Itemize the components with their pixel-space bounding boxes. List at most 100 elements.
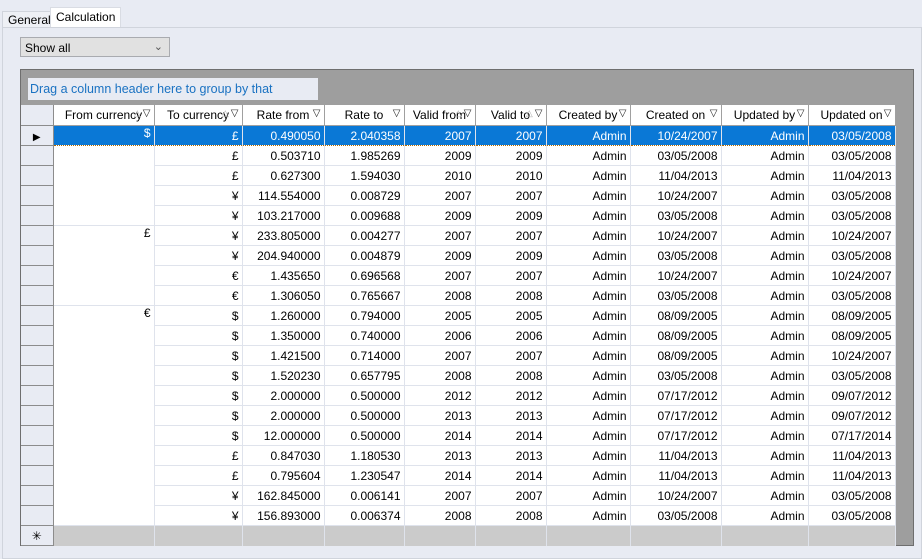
- cell-created-on[interactable]: 08/09/2005: [630, 345, 722, 366]
- cell-updated-on[interactable]: 03/05/2008: [808, 505, 896, 526]
- row-selector[interactable]: [21, 325, 54, 346]
- cell-rate-from[interactable]: 1.350000: [242, 325, 325, 346]
- cell-rate-from[interactable]: 1.306050: [242, 285, 325, 306]
- cell-rate-from[interactable]: 0.490050: [242, 125, 325, 146]
- cell-rate-from[interactable]: 114.554000: [242, 185, 325, 206]
- cell-created-by[interactable]: Admin: [546, 345, 631, 366]
- cell-valid-from[interactable]: 2014: [404, 425, 476, 446]
- cell-rate-to[interactable]: 1.180530: [324, 445, 405, 466]
- table-row[interactable]: $2.000000 0.500000 2012 2012 Admin 07/17/2012…: [21, 385, 896, 406]
- cell-to-currency[interactable]: ¥: [154, 485, 243, 506]
- cell-updated-on[interactable]: 10/24/2007: [808, 265, 896, 286]
- filter-icon[interactable]: ▽: [619, 108, 627, 119]
- cell-created-by[interactable]: Admin: [546, 365, 631, 386]
- cell-updated-by[interactable]: Admin: [721, 385, 809, 406]
- cell-created-on[interactable]: 11/04/2013: [630, 445, 722, 466]
- cell-updated-on[interactable]: 10/24/2007: [808, 345, 896, 366]
- cell-updated-by[interactable]: Admin: [721, 285, 809, 306]
- cell-created-by[interactable]: Admin: [546, 505, 631, 526]
- row-selector[interactable]: [21, 305, 54, 326]
- cell-updated-on[interactable]: 09/07/2012: [808, 405, 896, 426]
- cell-created-by[interactable]: Admin: [546, 405, 631, 426]
- cell-updated-by[interactable]: Admin: [721, 205, 809, 226]
- cell-created-by[interactable]: Admin: [546, 145, 631, 166]
- cell-to-currency[interactable]: ¥: [154, 505, 243, 526]
- cell-rate-to[interactable]: 0.006141: [324, 485, 405, 506]
- cell-rate-to[interactable]: 2.040358: [324, 125, 405, 146]
- row-selector[interactable]: [21, 505, 54, 526]
- new-row[interactable]: ✳: [21, 525, 896, 546]
- cell-to-currency[interactable]: $: [154, 425, 243, 446]
- cell-to-currency[interactable]: $: [154, 305, 243, 326]
- cell-created-by[interactable]: Admin: [546, 485, 631, 506]
- cell-valid-to[interactable]: 2007: [475, 125, 547, 146]
- cell-rate-from[interactable]: 0.503710: [242, 145, 325, 166]
- cell-to-currency[interactable]: $: [154, 385, 243, 406]
- cell-created-on[interactable]: 11/04/2013: [630, 465, 722, 486]
- cell-rate-to[interactable]: 0.794000: [324, 305, 405, 326]
- cell-updated-on[interactable]: 03/05/2008: [808, 485, 896, 506]
- cell-valid-from[interactable]: 2014: [404, 465, 476, 486]
- cell-rate-to[interactable]: 0.004879: [324, 245, 405, 266]
- cell-created-on[interactable]: 11/04/2013: [630, 165, 722, 186]
- table-row[interactable]: $12.000000 0.500000 2014 2014 Admin 07/17/201…: [21, 425, 896, 446]
- new-row-cell[interactable]: [475, 525, 547, 546]
- filter-icon[interactable]: ▽: [143, 108, 151, 119]
- cell-from-currency[interactable]: [53, 445, 155, 466]
- show-filter-dropdown[interactable]: Show all ⌄: [20, 37, 170, 57]
- cell-rate-to[interactable]: 0.714000: [324, 345, 405, 366]
- table-row[interactable]: £0.503710 1.985269 2009 2009 Admin 03/05/2008…: [21, 145, 896, 166]
- column-header-created-on[interactable]: Created on ▽: [630, 105, 722, 126]
- cell-valid-from[interactable]: 2012: [404, 385, 476, 406]
- cell-rate-to[interactable]: 0.006374: [324, 505, 405, 526]
- cell-updated-on[interactable]: 11/04/2013: [808, 445, 896, 466]
- cell-updated-on[interactable]: 10/24/2007: [808, 225, 896, 246]
- cell-updated-by[interactable]: Admin: [721, 445, 809, 466]
- table-row[interactable]: ¥204.940000 0.004879 2009 2009 Admin 03/05/20…: [21, 245, 896, 266]
- column-header-created-by[interactable]: Created by ▽: [546, 105, 631, 126]
- cell-rate-from[interactable]: 0.627300: [242, 165, 325, 186]
- cell-from-currency[interactable]: $: [53, 125, 155, 146]
- cell-valid-from[interactable]: 2009: [404, 145, 476, 166]
- row-selector[interactable]: [21, 445, 54, 466]
- cell-valid-from[interactable]: 2007: [404, 225, 476, 246]
- cell-created-by[interactable]: Admin: [546, 265, 631, 286]
- cell-created-by[interactable]: Admin: [546, 205, 631, 226]
- cell-created-on[interactable]: 03/05/2008: [630, 285, 722, 306]
- cell-updated-by[interactable]: Admin: [721, 485, 809, 506]
- cell-rate-to[interactable]: 0.657795: [324, 365, 405, 386]
- cell-from-currency[interactable]: [53, 265, 155, 286]
- column-header-valid-from[interactable]: Valid from △ ▽: [404, 105, 476, 126]
- row-selector[interactable]: [21, 185, 54, 206]
- cell-rate-from[interactable]: 1.260000: [242, 305, 325, 326]
- cell-to-currency[interactable]: ¥: [154, 225, 243, 246]
- cell-rate-from[interactable]: 2.000000: [242, 385, 325, 406]
- cell-valid-to[interactable]: 2007: [475, 265, 547, 286]
- cell-updated-by[interactable]: Admin: [721, 305, 809, 326]
- cell-rate-from[interactable]: 162.845000: [242, 485, 325, 506]
- table-row[interactable]: ¥156.893000 0.006374 2008 2008 Admin 03/05/20…: [21, 505, 896, 526]
- cell-created-by[interactable]: Admin: [546, 445, 631, 466]
- cell-valid-from[interactable]: 2008: [404, 505, 476, 526]
- cell-created-by[interactable]: Admin: [546, 245, 631, 266]
- cell-to-currency[interactable]: £: [154, 125, 243, 146]
- cell-from-currency[interactable]: £: [53, 225, 155, 246]
- cell-updated-by[interactable]: Admin: [721, 405, 809, 426]
- cell-rate-to[interactable]: 1.985269: [324, 145, 405, 166]
- cell-valid-from[interactable]: 2009: [404, 245, 476, 266]
- cell-valid-to[interactable]: 2007: [475, 345, 547, 366]
- new-row-cell[interactable]: [721, 525, 809, 546]
- cell-updated-by[interactable]: Admin: [721, 465, 809, 486]
- cell-valid-from[interactable]: 2008: [404, 285, 476, 306]
- cell-valid-to[interactable]: 2014: [475, 465, 547, 486]
- row-selector[interactable]: [21, 265, 54, 286]
- new-row-cell[interactable]: [808, 525, 896, 546]
- table-row[interactable]: £ ¥233.805000 0.004277 2007 2007 Admin 10/24/2…: [21, 225, 896, 246]
- row-selector[interactable]: [21, 225, 54, 246]
- cell-to-currency[interactable]: £: [154, 165, 243, 186]
- cell-to-currency[interactable]: ¥: [154, 205, 243, 226]
- filter-icon[interactable]: ▽: [464, 108, 472, 119]
- cell-rate-from[interactable]: 2.000000: [242, 405, 325, 426]
- table-row[interactable]: $1.520230 0.657795 2008 2008 Admin 03/05/2008…: [21, 365, 896, 386]
- row-selector[interactable]: ▶: [21, 125, 54, 146]
